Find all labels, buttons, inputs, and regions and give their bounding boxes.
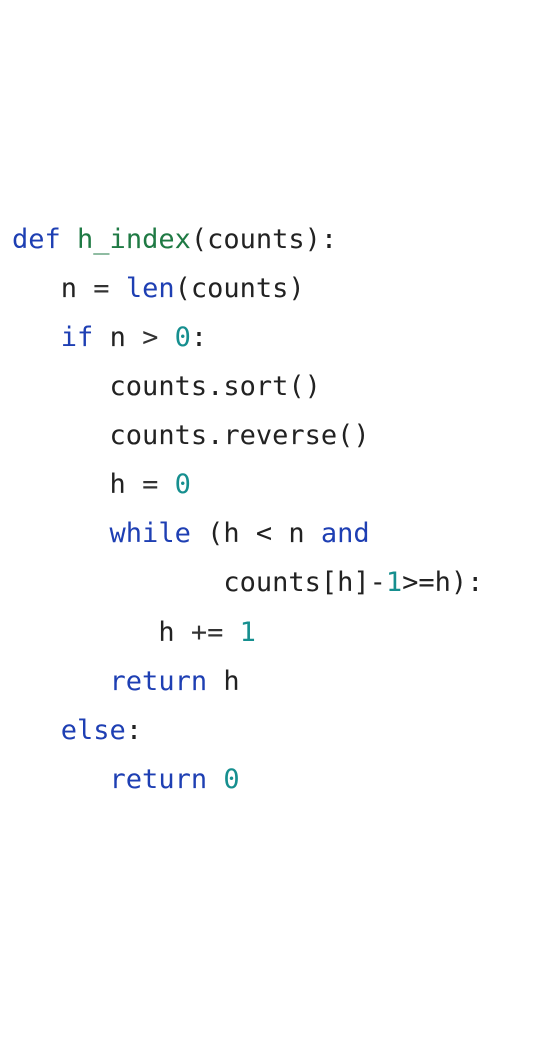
cond-part-b: >=h): (402, 567, 483, 598)
space (93, 322, 109, 353)
num-1: 1 (386, 567, 402, 598)
code-line-7: while (h < n and (12, 509, 531, 558)
op-pluseq: += (175, 617, 240, 648)
indent (12, 518, 110, 549)
op-eq: = (126, 469, 175, 500)
code-line-6: h = 0 (12, 460, 531, 509)
indent (12, 371, 110, 402)
space (207, 666, 223, 697)
kw-def: def (12, 224, 61, 255)
space (191, 518, 207, 549)
kw-and: and (321, 518, 370, 549)
param-counts: counts (207, 224, 305, 255)
kw-return: return (110, 764, 208, 795)
code-line-8: counts[h]-1>=h): (12, 558, 531, 607)
func-name: h_index (77, 224, 191, 255)
space (305, 518, 321, 549)
code-line-12: return 0 (12, 755, 531, 804)
code-line-5: counts.reverse() (12, 411, 531, 460)
space (207, 764, 223, 795)
op-gt: > (126, 322, 175, 353)
space (61, 224, 77, 255)
var-n: n (110, 322, 126, 353)
indent (12, 666, 110, 697)
call-reverse: counts.reverse() (110, 420, 370, 451)
kw-return: return (110, 666, 208, 697)
kw-if: if (61, 322, 94, 353)
cond-h-lt-n: h < n (223, 518, 304, 549)
code-line-9: h += 1 (12, 608, 531, 657)
kw-else: else (61, 715, 126, 746)
code-line-10: return h (12, 657, 531, 706)
code-line-1: def h_index(counts): (12, 215, 531, 264)
colon: : (191, 322, 207, 353)
num-1: 1 (240, 617, 256, 648)
var-n: n (61, 273, 77, 304)
indent (12, 420, 110, 451)
indent (12, 715, 61, 746)
num-0: 0 (223, 764, 239, 795)
arg-counts: counts (191, 273, 289, 304)
paren-open: ( (207, 518, 223, 549)
code-line-11: else: (12, 706, 531, 755)
builtin-len: len (126, 273, 175, 304)
var-h: h (158, 617, 174, 648)
paren-close-colon: ): (305, 224, 338, 255)
code-line-2: n = len(counts) (12, 264, 531, 313)
var-h: h (110, 469, 126, 500)
indent (12, 469, 110, 500)
op-eq: = (77, 273, 126, 304)
indent (12, 764, 110, 795)
call-sort: counts.sort() (110, 371, 321, 402)
num-0: 0 (175, 322, 191, 353)
code-line-3: if n > 0: (12, 313, 531, 362)
cond-part-a: counts[h]- (223, 567, 386, 598)
paren-open: ( (175, 273, 191, 304)
indent (12, 273, 61, 304)
paren-open: ( (191, 224, 207, 255)
indent (12, 617, 158, 648)
indent (12, 567, 223, 598)
num-0: 0 (175, 469, 191, 500)
kw-while: while (110, 518, 191, 549)
var-h: h (223, 666, 239, 697)
paren-close: ) (288, 273, 304, 304)
colon: : (126, 715, 142, 746)
indent (12, 322, 61, 353)
code-line-4: counts.sort() (12, 362, 531, 411)
